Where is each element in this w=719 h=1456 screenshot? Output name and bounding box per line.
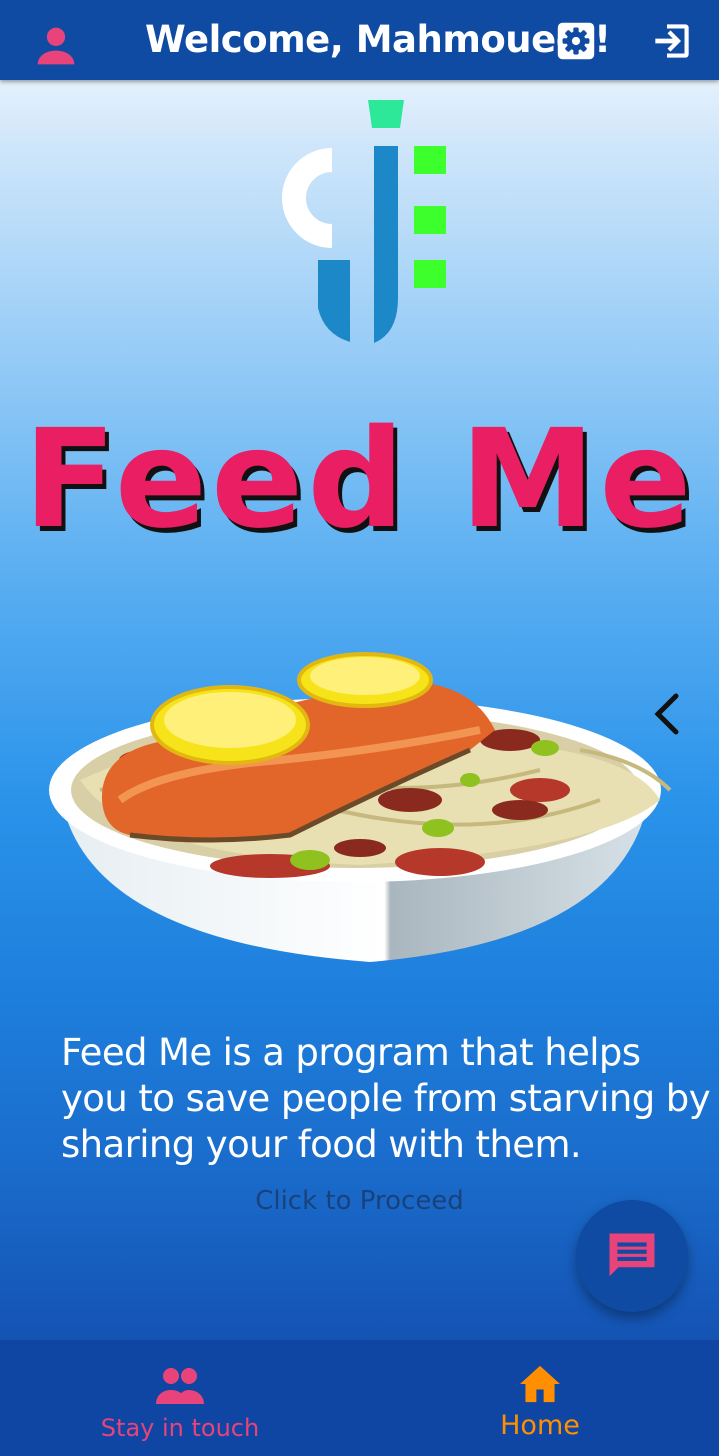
settings-icon[interactable] [557, 22, 595, 60]
home-icon [520, 1365, 560, 1403]
bottom-navigation: Stay in touch Home [0, 1340, 719, 1456]
nav-label-home: Home [500, 1410, 580, 1441]
app-logo [282, 100, 446, 343]
salmon-pasta-illustration [49, 652, 672, 962]
app-description: Feed Me is a program that helps you to s… [61, 1031, 711, 1166]
people-icon [156, 1368, 204, 1404]
nav-label-stay-in-touch: Stay in touch [100, 1414, 260, 1442]
logout-icon[interactable] [652, 21, 692, 61]
welcome-title: Welcome, Mahmoued ! [145, 18, 611, 61]
chevron-left-icon[interactable] [648, 690, 688, 738]
hero-title: Feed Me [23, 401, 696, 559]
nav-home[interactable]: Home [470, 1340, 610, 1456]
person-icon[interactable] [34, 24, 78, 68]
chat-fab[interactable] [576, 1200, 688, 1312]
chat-icon [609, 1233, 655, 1277]
nav-stay-in-touch[interactable]: Stay in touch [90, 1340, 270, 1456]
app-bar: Welcome, Mahmoued ! [0, 0, 719, 80]
